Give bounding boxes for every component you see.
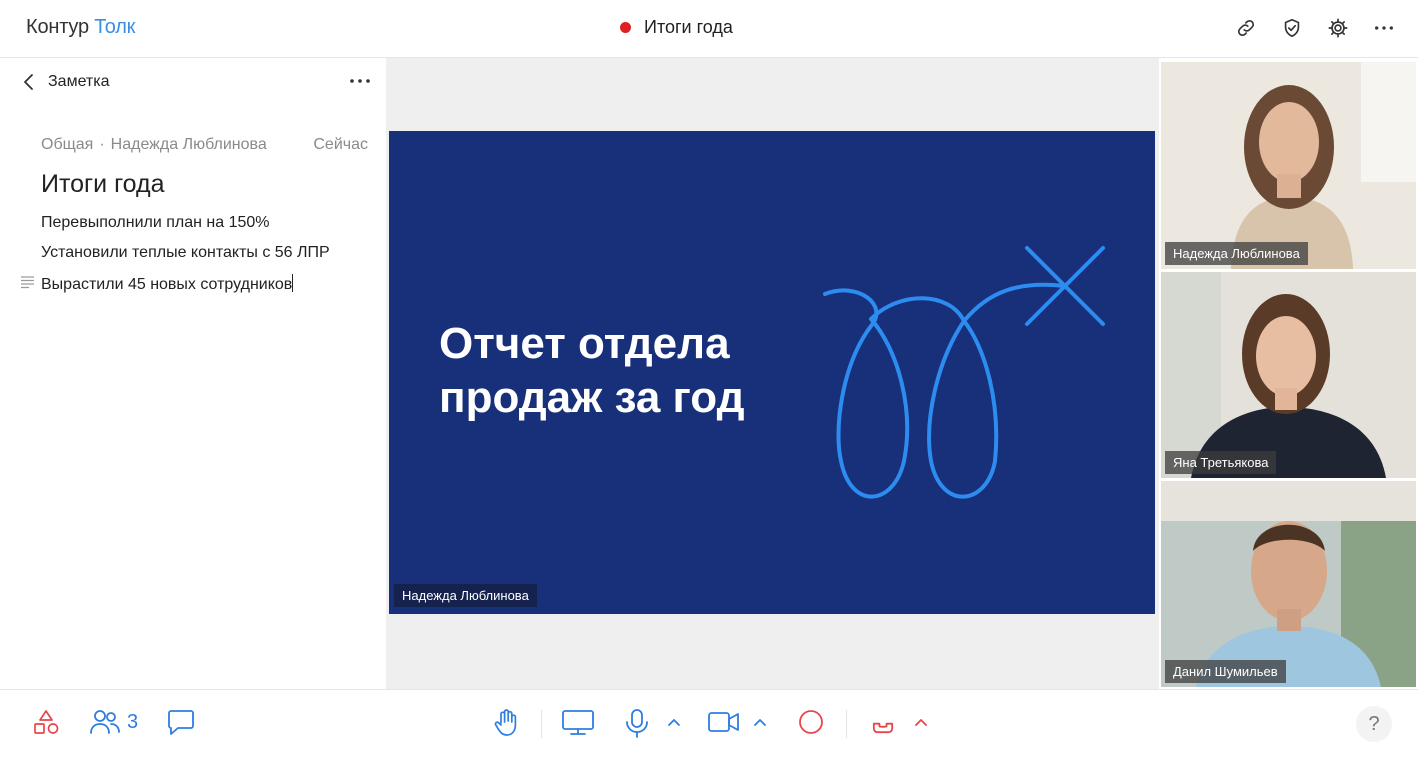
camera-options-button[interactable] bbox=[752, 716, 768, 728]
chevron-up-icon bbox=[668, 719, 680, 726]
note-meta: Общая · Надежда Люблинова Сейчас bbox=[41, 136, 368, 154]
apps-button[interactable] bbox=[32, 708, 60, 736]
note-category: Общая bbox=[41, 136, 94, 153]
participant-name-tag: Данил Шумильев bbox=[1165, 660, 1286, 683]
logo-text-kontur: Контур bbox=[26, 16, 89, 38]
chat-button[interactable] bbox=[166, 708, 196, 736]
meeting-title-area: Итоги года bbox=[620, 17, 733, 38]
microphone-options-button[interactable] bbox=[666, 716, 682, 728]
participant-name-tag: Надежда Люблинова bbox=[1165, 242, 1308, 265]
participant-tile[interactable]: Данил Шумильев bbox=[1161, 481, 1416, 687]
camera-button[interactable] bbox=[707, 708, 741, 736]
shapes-icon bbox=[34, 710, 59, 734]
record-icon bbox=[799, 710, 823, 734]
link-icon[interactable] bbox=[1232, 14, 1260, 42]
meta-separator: · bbox=[99, 136, 105, 153]
record-button[interactable] bbox=[797, 708, 825, 736]
shared-slide[interactable]: Отчет отдела продаж за год Надежда Любли… bbox=[389, 131, 1155, 614]
note-line-text: Вырастили 45 новых сотрудников bbox=[41, 276, 293, 293]
microphone-icon bbox=[626, 709, 648, 738]
help-button[interactable]: ? bbox=[1356, 706, 1392, 742]
note-panel: Заметка Общая · Надежда Люблинова Сейчас И… bbox=[0, 58, 385, 689]
note-line[interactable]: Установили теплые контакты с 56 ЛПР bbox=[41, 244, 330, 262]
note-header-title: Заметка bbox=[48, 73, 110, 90]
phone-hangup-icon bbox=[872, 722, 894, 734]
hand-icon bbox=[494, 709, 517, 736]
camera-icon bbox=[708, 712, 739, 732]
participant-video bbox=[1161, 62, 1416, 269]
text-caret bbox=[292, 274, 294, 292]
participant-tile[interactable]: Яна Третьякова bbox=[1161, 272, 1416, 478]
screen-share-button[interactable] bbox=[561, 708, 595, 736]
chevron-up-icon bbox=[915, 719, 927, 726]
meeting-title: Итоги года bbox=[644, 17, 733, 37]
logo-text-tolk: Толк bbox=[94, 16, 136, 38]
note-line-active[interactable]: Вырастили 45 новых сотрудников bbox=[41, 274, 294, 294]
bottom-toolbar: 3 ? bbox=[0, 689, 1418, 758]
monitor-icon bbox=[562, 710, 594, 735]
microphone-button[interactable] bbox=[624, 708, 650, 738]
note-author: Надежда Люблинова bbox=[110, 136, 267, 153]
chat-icon bbox=[168, 710, 194, 735]
top-bar: Контур Толк Итоги года bbox=[0, 0, 1418, 58]
note-title[interactable]: Итоги года bbox=[41, 170, 165, 199]
paragraph-icon[interactable] bbox=[21, 275, 34, 289]
note-more-icon[interactable] bbox=[348, 71, 372, 91]
recording-indicator-icon bbox=[620, 22, 631, 33]
toolbar-divider bbox=[846, 710, 847, 738]
participants-button[interactable]: 3 bbox=[89, 708, 138, 736]
presenter-name-tag: Надежда Люблинова bbox=[394, 584, 537, 607]
gear-icon[interactable] bbox=[1324, 14, 1352, 42]
raise-hand-button[interactable] bbox=[492, 708, 520, 738]
people-icon bbox=[90, 710, 120, 734]
shield-check-icon[interactable] bbox=[1278, 14, 1306, 42]
chevron-up-icon bbox=[754, 719, 766, 726]
participant-video bbox=[1161, 481, 1416, 687]
participant-video bbox=[1161, 272, 1416, 478]
note-line[interactable]: Перевыполнили план на 150% bbox=[41, 214, 270, 232]
note-time: Сейчас bbox=[313, 136, 368, 153]
participants-count: 3 bbox=[127, 710, 139, 733]
more-icon[interactable] bbox=[1370, 14, 1398, 42]
slide-heading: Отчет отдела продаж за год bbox=[439, 319, 745, 422]
toolbar-divider bbox=[541, 710, 542, 738]
participant-tile[interactable]: Надежда Люблинова bbox=[1161, 62, 1416, 269]
participant-name-tag: Яна Третьякова bbox=[1165, 451, 1277, 474]
leave-options-button[interactable] bbox=[913, 716, 929, 728]
header-actions bbox=[1214, 14, 1398, 42]
app-logo[interactable]: Контур Толк bbox=[26, 16, 135, 39]
leave-call-button[interactable] bbox=[868, 708, 898, 738]
back-arrow-icon[interactable] bbox=[20, 72, 40, 92]
